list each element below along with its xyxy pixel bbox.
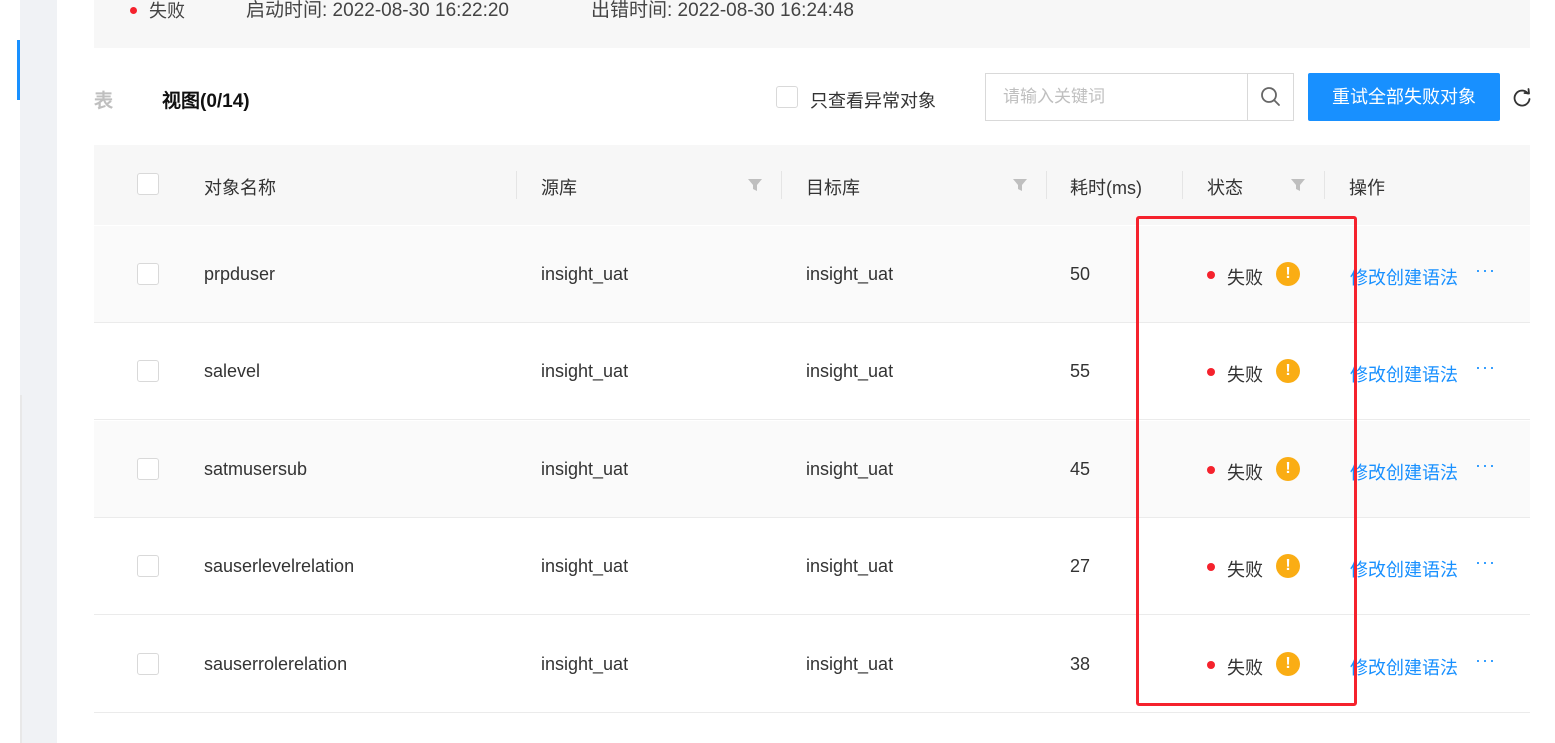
status-filter-icon[interactable] [1290, 177, 1306, 193]
object-name: satmusersub [204, 459, 308, 479]
header-target: 目标库 [806, 178, 860, 198]
edit-create-syntax-link[interactable]: 修改创建语法 [1350, 459, 1458, 485]
elapsed-ms: 55 [1070, 361, 1091, 381]
header-elapsed: 耗时(ms) [1070, 178, 1142, 198]
more-actions-icon[interactable]: ··· [1475, 357, 1496, 378]
more-actions-icon[interactable]: ··· [1475, 455, 1496, 476]
start-time: 启动时间: 2022-08-30 16:22:20 [246, 0, 509, 21]
left-gutter [20, 0, 57, 743]
elapsed-ms: 50 [1070, 264, 1091, 284]
retry-all-failed-button[interactable]: 重试全部失败对象 [1308, 73, 1500, 121]
column-separator [516, 171, 517, 199]
edit-create-syntax-link[interactable]: 修改创建语法 [1350, 654, 1458, 680]
header-status: 状态 [1207, 178, 1243, 198]
elapsed-ms: 27 [1070, 556, 1091, 576]
select-all-checkbox[interactable] [137, 173, 159, 195]
target-db: insight_uat [806, 654, 894, 674]
status-dot [130, 7, 137, 14]
source-db: insight_uat [541, 264, 629, 284]
row-checkbox[interactable] [137, 360, 159, 382]
row-checkbox[interactable] [137, 555, 159, 577]
header-actions: 操作 [1349, 178, 1385, 198]
target-db: insight_uat [806, 361, 894, 381]
object-name: sauserlevelrelation [204, 556, 355, 576]
source-filter-icon[interactable] [747, 177, 763, 193]
task-status-text: 失败 [149, 1, 185, 21]
column-separator [1182, 171, 1183, 199]
edit-create-syntax-link[interactable]: 修改创建语法 [1350, 556, 1458, 582]
task-status-bar: 失败 启动时间: 2022-08-30 16:22:20 出错时间: 2022-… [94, 0, 1530, 48]
table-header: 对象名称 源库 目标库 耗时(ms) 状态 操作 [94, 145, 1530, 225]
edit-create-syntax-link[interactable]: 修改创建语法 [1350, 264, 1458, 290]
source-db: insight_uat [541, 459, 629, 479]
target-db: insight_uat [806, 264, 894, 284]
edit-create-syntax-link[interactable]: 修改创建语法 [1350, 361, 1458, 387]
header-source: 源库 [541, 178, 577, 198]
search-input[interactable] [986, 74, 1263, 120]
column-separator [1324, 171, 1325, 199]
column-separator [781, 171, 782, 199]
source-db: insight_uat [541, 654, 629, 674]
tab-tables[interactable]: 表 [94, 86, 113, 113]
abnormal-only-label[interactable]: 只查看异常对象 [810, 87, 936, 113]
left-nav-strip [0, 0, 20, 743]
target-db: insight_uat [806, 459, 894, 479]
tab-views[interactable]: 视图(0/14) [162, 86, 250, 113]
search-box [985, 73, 1294, 121]
error-time: 出错时间: 2022-08-30 16:24:48 [591, 0, 854, 21]
status-column-highlight-box [1136, 216, 1357, 706]
target-db: insight_uat [806, 556, 894, 576]
left-gutter-divider [20, 395, 22, 743]
row-checkbox[interactable] [137, 653, 159, 675]
elapsed-ms: 45 [1070, 459, 1091, 479]
source-db: insight_uat [541, 361, 629, 381]
refresh-button[interactable] [1511, 87, 1533, 109]
search-button[interactable] [1247, 74, 1294, 120]
refresh-icon [1513, 88, 1531, 107]
row-checkbox[interactable] [137, 458, 159, 480]
row-checkbox[interactable] [137, 263, 159, 285]
target-filter-icon[interactable] [1012, 177, 1028, 193]
source-db: insight_uat [541, 556, 629, 576]
object-name: sauserrolerelation [204, 654, 348, 674]
search-icon [1261, 87, 1280, 106]
object-name: prpduser [204, 264, 276, 284]
object-name: salevel [204, 361, 261, 381]
more-actions-icon[interactable]: ··· [1475, 650, 1496, 671]
elapsed-ms: 38 [1070, 654, 1091, 674]
more-actions-icon[interactable]: ··· [1475, 552, 1496, 573]
header-object-name: 对象名称 [204, 178, 276, 198]
more-actions-icon[interactable]: ··· [1475, 260, 1496, 281]
column-separator [1046, 171, 1047, 199]
abnormal-only-checkbox[interactable] [776, 86, 798, 108]
